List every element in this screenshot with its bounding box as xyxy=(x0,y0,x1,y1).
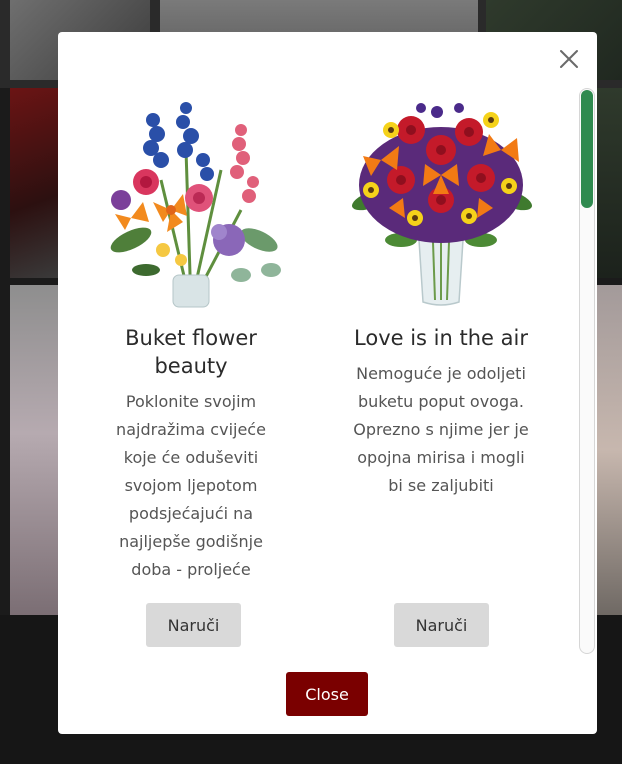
order-button[interactable]: Naruči xyxy=(394,603,489,647)
modal-scrollbar[interactable] xyxy=(579,88,595,654)
gallery-tile xyxy=(10,285,58,615)
order-button[interactable]: Naruči xyxy=(146,603,241,647)
product-title: Buket flower beauty xyxy=(125,326,257,378)
product-card: Buket flower beauty Poklonite svojim naj… xyxy=(91,90,291,584)
product-title: Love is in the air xyxy=(354,326,528,350)
close-button[interactable]: Close xyxy=(286,672,368,716)
bouquet-image xyxy=(110,102,281,308)
product-card: Love is in the air Nemoguće je odoljeti … xyxy=(341,90,541,500)
close-icon[interactable] xyxy=(558,48,580,70)
product-description: Poklonite svojim najdražima cvijeće koje… xyxy=(116,392,266,579)
scrollbar-thumb[interactable] xyxy=(581,90,593,208)
gallery-tile xyxy=(10,88,58,278)
gallery-tile xyxy=(596,285,622,615)
gallery-tile xyxy=(596,88,622,278)
product-modal: Buket flower beauty Poklonite svojim naj… xyxy=(58,32,597,734)
screen: Buket flower beauty Poklonite svojim naj… xyxy=(0,0,622,764)
bouquet-vase-image xyxy=(352,103,532,306)
product-description: Nemoguće je odoljeti buketu poput ovoga.… xyxy=(353,364,529,495)
